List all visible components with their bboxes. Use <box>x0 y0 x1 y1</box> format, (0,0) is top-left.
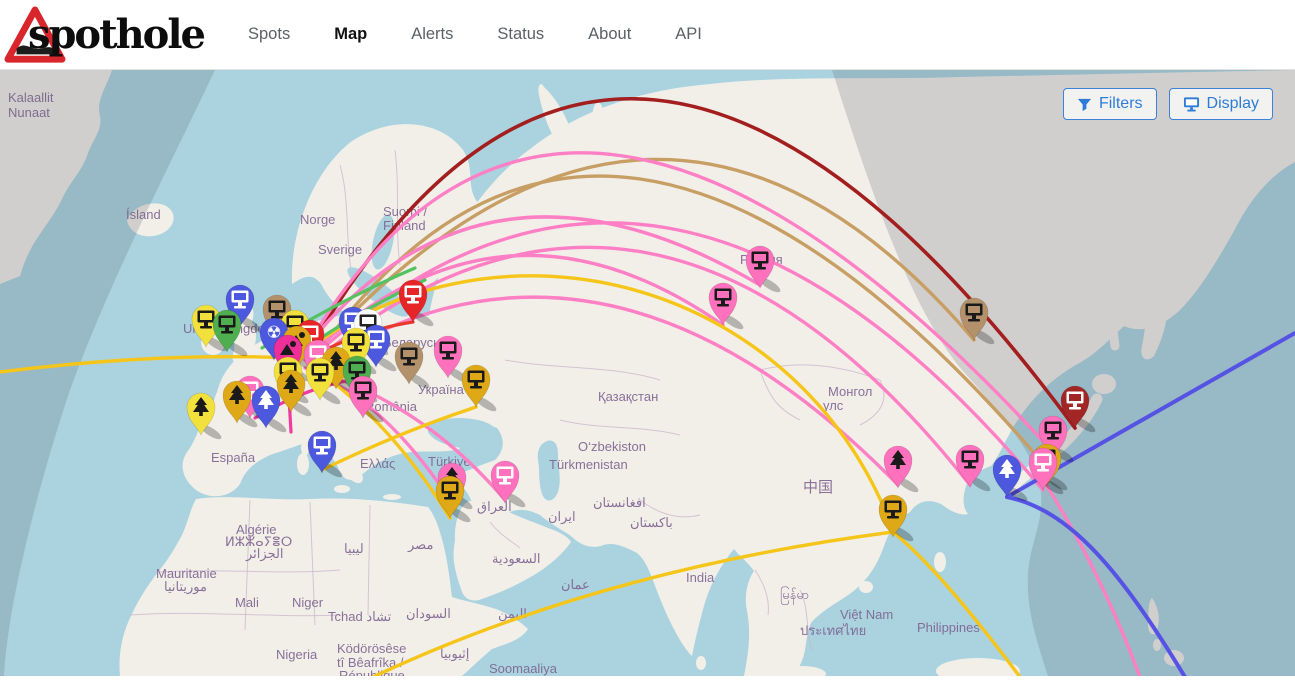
country-label: Soomaaliya <box>489 661 558 676</box>
filter-funnel-icon <box>1077 97 1092 112</box>
brand-name: spothole <box>28 11 204 58</box>
island <box>859 581 873 593</box>
country-label: موريتانيا <box>164 579 207 595</box>
country-label: Türkmenistan <box>549 457 628 472</box>
country-label: Қазақстан <box>598 389 658 404</box>
country-label: ليبيا <box>344 541 364 556</box>
country-label: India <box>686 570 715 585</box>
country-label: باكستان <box>630 515 673 530</box>
map-controls: Filters Display <box>1063 88 1273 120</box>
country-label: O‘zbekiston <box>578 439 646 454</box>
country-label: Tchad تشاد <box>328 609 392 624</box>
country-label: إثيوبيا <box>440 646 469 662</box>
country-label: مصر <box>407 537 433 553</box>
country-label: Philippines <box>917 620 980 635</box>
island <box>334 485 350 493</box>
map-container[interactable]: KalaallitNunaatÍslandNorgeSverigeSuomi /… <box>0 70 1295 676</box>
country-label: عمان <box>561 577 590 592</box>
display-button-label: Display <box>1207 95 1259 113</box>
country-label: ประเทศไทย <box>800 623 866 638</box>
country-label: Niger <box>292 595 324 610</box>
display-button[interactable]: Display <box>1169 88 1273 120</box>
island <box>592 102 604 138</box>
brand-logo[interactable]: spothole <box>4 4 204 66</box>
country-label: ايران <box>548 509 576 525</box>
map-canvas[interactable]: KalaallitNunaatÍslandNorgeSverigeSuomi /… <box>0 70 1295 676</box>
nav-item-spots[interactable]: Spots <box>248 25 290 44</box>
filters-button-label: Filters <box>1099 95 1143 113</box>
filters-button[interactable]: Filters <box>1063 88 1157 120</box>
country-label: السودان <box>406 606 451 622</box>
country-label: Sverige <box>318 242 362 257</box>
country-label: العراق <box>477 499 512 515</box>
main-nav: Spots Map Alerts Status About API <box>248 25 702 44</box>
country-label: 中国 <box>803 479 833 496</box>
island <box>934 552 946 572</box>
country-label: République <box>339 668 405 676</box>
country-label: الجزائر <box>245 546 284 562</box>
island <box>383 494 401 500</box>
country-label: España <box>211 450 256 465</box>
country-label: Ελλάς <box>360 456 395 471</box>
nav-item-status[interactable]: Status <box>497 25 544 44</box>
nav-item-alerts[interactable]: Alerts <box>411 25 453 44</box>
country-label: السعودية <box>492 551 541 567</box>
country-label: Việt Nam <box>840 607 893 622</box>
country-label: Монгол <box>828 384 872 399</box>
country-label: улс <box>823 398 844 413</box>
island <box>301 440 309 456</box>
nav-item-api[interactable]: API <box>675 25 702 44</box>
display-monitor-icon <box>1183 96 1200 112</box>
country-label: Ködörösêse <box>337 641 406 656</box>
nav-item-about[interactable]: About <box>588 25 631 44</box>
country-label: افغانستان <box>593 495 646 510</box>
nav-item-map[interactable]: Map <box>334 25 367 44</box>
country-label: Mali <box>235 595 259 610</box>
top-navbar: spothole Spots Map Alerts Status About API <box>0 0 1295 70</box>
island <box>297 453 309 475</box>
island <box>696 656 706 670</box>
country-label: Nigeria <box>276 647 318 662</box>
country-label: Norge <box>300 212 335 227</box>
